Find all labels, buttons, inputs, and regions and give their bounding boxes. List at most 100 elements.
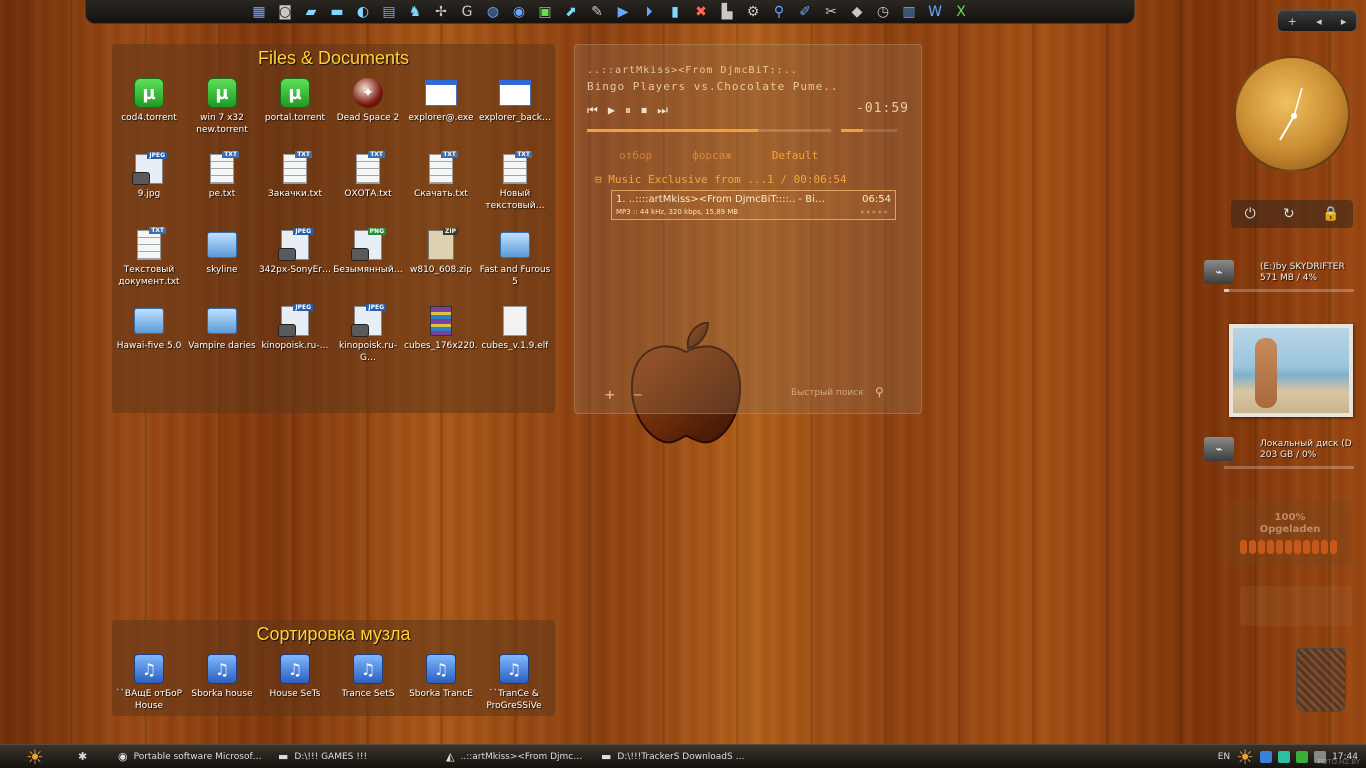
prev-button[interactable]: ⏮ bbox=[587, 103, 598, 118]
prev-gadget-button[interactable]: ◂ bbox=[1316, 15, 1322, 28]
desktop-file[interactable]: JPEG kinopoisk.ru-G… bbox=[331, 304, 405, 364]
playlist-tab[interactable]: Default bbox=[772, 149, 818, 162]
text-file-icon: TXT bbox=[132, 227, 166, 262]
save-icon[interactable]: ▙ bbox=[716, 2, 738, 22]
desktop-file[interactable]: TXT Текстовый документ.txt bbox=[112, 227, 186, 288]
device-icon[interactable]: ▮ bbox=[664, 2, 686, 22]
taskbar-button[interactable]: ◭ ..::artMkiss><From Djmc… bbox=[438, 747, 593, 767]
start-button[interactable]: ☀ bbox=[0, 745, 70, 768]
track-rating[interactable]: ★★★★★ bbox=[860, 207, 889, 216]
taskbar-button[interactable]: ◉ Portable software Microsof… bbox=[110, 747, 270, 767]
globe-icon[interactable]: ◍ bbox=[482, 2, 504, 22]
media-icon[interactable]: ⏵ bbox=[638, 2, 660, 22]
pause-button[interactable]: ⏸ bbox=[625, 103, 631, 118]
seek-bar[interactable] bbox=[587, 129, 831, 132]
desktop-file[interactable]: µ cod4.torrent bbox=[112, 76, 186, 124]
play-button[interactable]: ▶ bbox=[608, 103, 615, 118]
desktop-file[interactable]: skyline bbox=[185, 228, 259, 276]
playlist-tab[interactable]: отбор bbox=[619, 149, 652, 162]
desktop-file[interactable]: JPEG 9.jpg bbox=[112, 152, 186, 200]
film-icon[interactable]: ▥ bbox=[898, 2, 920, 22]
playlist-tab[interactable]: форсаж bbox=[692, 149, 732, 162]
desktop-file[interactable]: PNG Безымянный… bbox=[331, 228, 405, 276]
search-icon[interactable]: ⚲ bbox=[875, 385, 884, 399]
search-icon[interactable]: ⚲ bbox=[768, 2, 790, 22]
word-icon[interactable]: W bbox=[924, 2, 946, 22]
music-folder[interactable]: ♫ ``TranCe & ProGreSSiVe bbox=[477, 652, 551, 712]
music-folder[interactable]: ♫ Sborka TrancE bbox=[404, 652, 478, 700]
google-icon[interactable]: G bbox=[456, 2, 478, 22]
book-icon[interactable]: ▰ bbox=[300, 2, 322, 22]
desktop-file[interactable]: explorer@.exe bbox=[404, 76, 478, 124]
desktop-file[interactable]: TXT pe.txt bbox=[185, 151, 259, 200]
exe-window-icon bbox=[498, 76, 532, 110]
taskbar-button[interactable]: ✱ bbox=[70, 747, 110, 767]
desktop-file[interactable]: ✦ Dead Space 2 bbox=[331, 76, 405, 124]
drive-gadget-d[interactable]: ⌁ Локальный диск (D 203 GB / 0% bbox=[1200, 437, 1360, 477]
shortcut-icon[interactable]: ⬈ bbox=[560, 2, 582, 22]
gamepad-icon[interactable]: ◆ bbox=[846, 2, 868, 22]
desktop-file[interactable]: µ win 7 x32 new.torrent bbox=[185, 76, 259, 136]
music-folder[interactable]: ♫ Trance SetS bbox=[331, 652, 405, 700]
lock-icon[interactable]: 🔒 bbox=[1322, 206, 1339, 222]
desktop-file[interactable]: TXT Скачать.txt bbox=[404, 151, 478, 200]
monitor-icon[interactable] bbox=[1278, 751, 1291, 763]
clock-gadget[interactable] bbox=[1234, 56, 1350, 172]
paint-icon[interactable]: ▦ bbox=[248, 2, 270, 22]
desktop-file[interactable]: TXT ОХОТА.txt bbox=[331, 151, 405, 200]
music-folder[interactable]: ♫ House SeTs bbox=[258, 652, 332, 700]
tools-icon[interactable]: ✢ bbox=[430, 2, 452, 22]
add-gadget-button[interactable]: + bbox=[1288, 15, 1297, 28]
playlist-track[interactable]: 1. ..::::artMkiss><From DjmcBiT::::.. - … bbox=[611, 190, 896, 220]
desktop-file[interactable]: µ portal.torrent bbox=[258, 76, 332, 124]
desktop-file[interactable]: Fast and Furous 5 bbox=[478, 228, 552, 288]
camera-icon[interactable]: ◙ bbox=[274, 2, 296, 22]
music-folder[interactable]: ♫ Sborka house bbox=[185, 652, 259, 700]
browser-icon[interactable]: ◉ bbox=[508, 2, 530, 22]
desktop-file[interactable]: JPEG 342px-SonyEr… bbox=[258, 228, 332, 276]
empty-gadget[interactable] bbox=[1240, 586, 1352, 626]
play-icon[interactable]: ▶ bbox=[612, 2, 634, 22]
next-gadget-button[interactable]: ▸ bbox=[1341, 15, 1347, 28]
taskbar-button[interactable]: ▬ D:\!!!TrackerS DownloadS … bbox=[593, 747, 753, 767]
edit-icon[interactable]: ✎ bbox=[586, 2, 608, 22]
clock-icon[interactable]: ◷ bbox=[872, 2, 894, 22]
stop-button[interactable]: ⏹ bbox=[641, 103, 647, 118]
taskbar-button[interactable]: ▬ D:\!!! GAMES !!! bbox=[270, 747, 438, 767]
desktop-file[interactable]: cubes_v.1.9.elf bbox=[478, 304, 552, 352]
battery-gadget[interactable]: 100% Opgeladen bbox=[1228, 500, 1352, 566]
quick-search-input[interactable]: Быстрый поиск bbox=[791, 388, 864, 398]
shutdown-icon[interactable]: ⏻ bbox=[1245, 206, 1256, 222]
desktop-file[interactable]: Vampire daries bbox=[185, 304, 259, 352]
close-x-icon[interactable]: ✖ bbox=[690, 2, 712, 22]
scissors-icon[interactable]: ✂ bbox=[820, 2, 842, 22]
desktop-file[interactable]: ZIP w810_608.zip bbox=[404, 228, 478, 276]
desktop-file[interactable]: TXT Закачки.txt bbox=[258, 151, 332, 200]
folder-icon[interactable]: ▬ bbox=[326, 2, 348, 22]
feed-icon[interactable]: ▣ bbox=[534, 2, 556, 22]
desktop-file[interactable]: Hawai-five 5.0 bbox=[112, 304, 186, 352]
torrent-tray-icon[interactable] bbox=[1296, 751, 1309, 763]
drive-gadget-e[interactable]: ⌁ (E:)by SKYDRIFTER 571 MB / 4% bbox=[1200, 260, 1360, 300]
next-button[interactable]: ⏭ bbox=[657, 103, 668, 118]
music-folder[interactable]: ♫ ``ВАщЕ отБоР House bbox=[112, 652, 186, 712]
game-icon[interactable]: ♞ bbox=[404, 2, 426, 22]
slideshow-gadget[interactable] bbox=[1229, 324, 1353, 417]
desktop-file[interactable]: explorer_back… bbox=[478, 76, 552, 124]
desktop-file[interactable]: JPEG kinopoisk.ru-… bbox=[258, 304, 332, 352]
desktop-file[interactable]: TXT Новый текстовый… bbox=[478, 151, 552, 212]
swirl-icon[interactable]: ◐ bbox=[352, 2, 374, 22]
settings-icon[interactable]: ⚙ bbox=[742, 2, 764, 22]
remove-track-button[interactable]: − bbox=[633, 385, 643, 404]
desktop-file[interactable]: cubes_176x220.pkg bbox=[404, 304, 478, 352]
restart-icon[interactable]: ↻ bbox=[1283, 206, 1295, 222]
add-track-button[interactable]: + bbox=[605, 385, 615, 404]
language-indicator[interactable]: EN bbox=[1218, 752, 1230, 762]
playlist-group-header[interactable]: ⊟ Music Exclusive from ...1 / 00:06:54 bbox=[595, 173, 847, 186]
excel-icon[interactable]: X bbox=[950, 2, 972, 22]
network-icon[interactable] bbox=[1260, 751, 1273, 763]
volume-bar[interactable] bbox=[841, 129, 897, 132]
recycle-bin-icon[interactable] bbox=[1296, 648, 1346, 712]
pen-icon[interactable]: ✐ bbox=[794, 2, 816, 22]
install-icon[interactable]: ▤ bbox=[378, 2, 400, 22]
